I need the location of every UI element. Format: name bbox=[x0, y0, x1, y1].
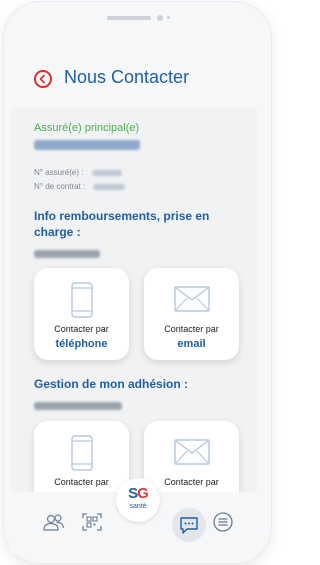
card-scan-icon[interactable] bbox=[80, 510, 104, 534]
insured-label: Assuré(e) principal(e) bbox=[34, 122, 140, 134]
insured-number-row: N° assuré(e) : bbox=[34, 168, 122, 177]
insured-block: Assuré(e) principal(e) bbox=[34, 122, 139, 134]
sensor-dot bbox=[167, 16, 170, 19]
contact-name-reimbursements bbox=[34, 250, 100, 258]
speaker-grille bbox=[107, 16, 151, 20]
sg-logo: SG bbox=[128, 485, 149, 502]
section-title-membership: Gestion de mon adhésion : bbox=[34, 377, 189, 391]
card-label: Contacter par bbox=[164, 324, 219, 334]
chevron-left-icon bbox=[39, 74, 45, 84]
contract-number-value bbox=[93, 183, 126, 190]
sante-logo-text: santé bbox=[129, 503, 147, 510]
card-value: téléphone bbox=[55, 338, 108, 350]
card-label: Contacter par bbox=[54, 324, 109, 334]
contact-email-card[interactable]: Contacter par email bbox=[144, 268, 239, 360]
section-title-reimbursements: Info remboursements, prise en charge : bbox=[34, 209, 210, 239]
page-title: Nous Contacter bbox=[64, 67, 190, 87]
bottom-nav: SG santé bbox=[10, 478, 257, 554]
contract-number-label: N° de contrat : bbox=[34, 182, 86, 191]
insured-name bbox=[34, 140, 140, 150]
contract-number-row: N° de contrat : bbox=[34, 182, 126, 191]
chat-tab-active[interactable] bbox=[172, 508, 206, 542]
email-icon bbox=[173, 286, 210, 312]
contact-name-membership bbox=[34, 402, 122, 410]
chat-icon bbox=[180, 517, 198, 534]
camera-dot bbox=[157, 15, 163, 21]
card-value: email bbox=[177, 338, 206, 350]
home-logo-button[interactable]: SG santé bbox=[116, 478, 160, 522]
phone-notch bbox=[4, 2, 271, 30]
contact-phone-card[interactable]: Contacter par téléphone bbox=[34, 268, 129, 360]
header: Nous Contacter bbox=[10, 56, 257, 108]
phone-icon bbox=[70, 282, 93, 318]
insured-number-label: N° assuré(e) : bbox=[34, 168, 84, 177]
insured-number-value bbox=[91, 169, 122, 176]
email-icon bbox=[173, 439, 210, 465]
back-button[interactable] bbox=[34, 70, 52, 88]
beneficiaries-icon[interactable] bbox=[42, 510, 66, 534]
menu-icon[interactable] bbox=[211, 510, 235, 534]
phone-icon bbox=[70, 435, 93, 471]
card-label: Contacter par bbox=[54, 477, 109, 487]
